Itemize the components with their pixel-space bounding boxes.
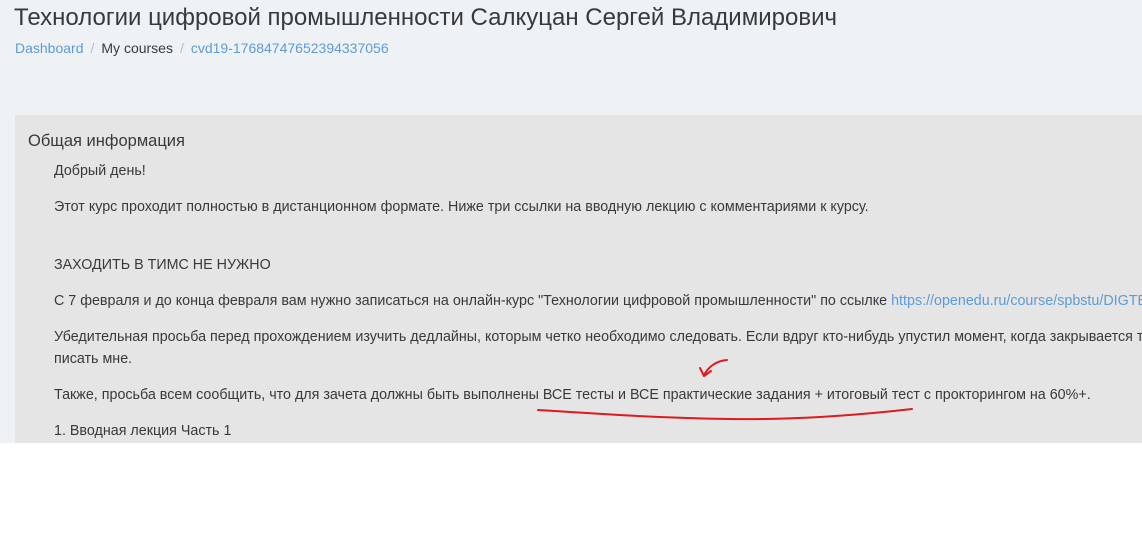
teams-notice-text: ЗАХОДИТЬ В ТИМС НЕ НУЖНО bbox=[54, 257, 271, 273]
requirement-text: Также, просьба всем сообщить, что для за… bbox=[54, 387, 1091, 403]
openedu-course-link[interactable]: https://openedu.ru/course/spbstu/DIGTEC bbox=[891, 293, 1142, 309]
breadcrumb: Dashboard / My courses / cvd19-1768474765239… bbox=[15, 40, 389, 56]
breadcrumb-my-courses: My courses bbox=[101, 40, 173, 56]
deadline-text-line-1: Убедительная просьба перед прохождением … bbox=[54, 329, 1142, 345]
intro-text: Этот курс проходит полностью в дистанцио… bbox=[54, 199, 869, 215]
course-page: Технологии цифровой промышленности Салку… bbox=[0, 0, 1142, 443]
course-section: Общая информация Добрый день! Этот курс … bbox=[15, 115, 1142, 443]
breadcrumb-separator: / bbox=[90, 40, 95, 56]
lecture-1-item[interactable]: 1. Вводная лекция Часть 1 bbox=[54, 420, 231, 442]
breadcrumb-dashboard-link[interactable]: Dashboard bbox=[15, 40, 84, 56]
enroll-text: С 7 февраля и до конца февраля вам нужно… bbox=[54, 293, 892, 309]
breadcrumb-separator: / bbox=[179, 40, 184, 56]
page-title: Технологии цифровой промышленности Салку… bbox=[14, 4, 837, 31]
section-title: Общая информация bbox=[28, 132, 185, 150]
enroll-paragraph: С 7 февраля и до конца февраля вам нужно… bbox=[54, 290, 1142, 312]
deadline-text-line-2: писать мне. bbox=[54, 351, 133, 367]
greeting-text: Добрый день! bbox=[54, 163, 146, 179]
breadcrumb-course-link[interactable]: cvd19-17684747652394337056 bbox=[191, 40, 389, 56]
